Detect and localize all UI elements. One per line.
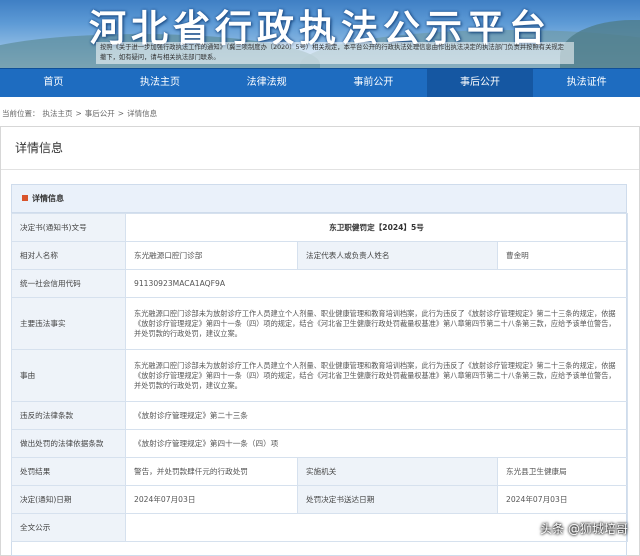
table-row: 主要违法事实 东光融源口腔门诊部未为放射诊疗工作人员建立个人剂量、职业健康管理和… [11,297,629,350]
full-text-label: 全文公示 [11,513,126,542]
panel-title: 详情信息 [15,141,64,155]
table-row: 事由 东光融源口腔门诊部未为放射诊疗工作人员建立个人剂量、职业健康管理和教育培训… [11,349,629,402]
party-label: 相对人名称 [11,241,126,270]
basis-value: 《放射诊疗管理规定》第四十一条（四）项 [124,429,629,458]
doc-no-label: 决定书(通知书)文号 [11,213,126,242]
law-label: 违反的法律条款 [11,401,126,430]
detail-table: 决定书(通知书)文号 东卫职健罚定【2024】5号 相对人名称 东光融源口腔门诊… [11,213,629,542]
section-header: 详情信息 [12,185,626,213]
org-value: 东光县卫生健康局 [496,457,629,486]
breadcrumb-enforcement-home[interactable]: 执法主页 [43,109,73,118]
nav-laws[interactable]: 法律法规 [213,69,320,97]
table-row: 做出处罚的法律依据条款 《放射诊疗管理规定》第四十一条（四）项 [11,429,629,458]
breadcrumb-separator: > [117,109,125,118]
nav-certificates[interactable]: 执法证件 [533,69,640,97]
nav-post-disclosure[interactable]: 事后公开 [426,69,534,97]
result-value: 警告，并处罚款肆仟元的行政处罚 [125,457,298,486]
breadcrumb-prefix: 当前位置： [2,109,40,118]
nav-pre-disclosure[interactable]: 事前公开 [320,69,427,97]
breadcrumb-current: 详情信息 [127,109,158,118]
rep-label: 法定代表人或负责人姓名 [297,241,498,270]
breadcrumb-post-disclosure[interactable]: 事后公开 [85,109,115,118]
send-date-label: 处罚决定书送达日期 [297,485,498,514]
table-row: 全文公示 [11,513,629,542]
table-row: 决定(通知)日期 2024年07月03日 处罚决定书送达日期 2024年07月0… [11,485,629,514]
header-banner: 河北省行政执法公示平台 按照《关于进一步加强行政执法工作的通知》（冀三项制度办〔… [0,0,640,68]
watermark: 头条 @狮城培哥 [540,522,628,536]
section-title: 详情信息 [32,194,64,203]
org-label: 实施机关 [297,457,498,486]
date-value: 2024年07月03日 [125,485,298,514]
doc-no-value: 东卫职健罚定【2024】5号 [124,213,629,242]
table-row: 相对人名称 东光融源口腔门诊部 法定代表人或负责人姓名 曹金明 [11,241,629,270]
party-value: 东光融源口腔门诊部 [125,241,298,270]
fact-label: 主要违法事实 [11,297,126,350]
site-notice: 按照《关于进一步加强行政执法工作的通知》（冀三项制度办〔2020〕5号）相关规定… [96,42,574,64]
reason-value: 东光融源口腔门诊部未为放射诊疗工作人员建立个人剂量、职业健康管理和教育培训档案，… [124,349,629,402]
nav-home[interactable]: 首页 [0,69,107,97]
credit-code-label: 统一社会信用代码 [11,269,126,298]
nav-enforcement-home[interactable]: 执法主页 [107,69,214,97]
basis-label: 做出处罚的法律依据条款 [11,429,126,458]
fact-value: 东光融源口腔门诊部未为放射诊疗工作人员建立个人剂量、职业健康管理和教育培训档案，… [124,297,629,350]
reason-label: 事由 [11,349,126,402]
table-row: 决定书(通知书)文号 东卫职健罚定【2024】5号 [11,213,629,242]
breadcrumb-separator: > [75,109,82,118]
main-nav: 首页 执法主页 法律法规 事前公开 事后公开 执法证件 [0,68,640,97]
section-marker-icon [22,195,28,201]
credit-code-value: 91130923MACA1AQF9A [124,269,629,298]
table-row: 违反的法律条款 《放射诊疗管理规定》第二十三条 [11,401,629,430]
send-date-value: 2024年07月03日 [496,485,629,514]
table-row: 处罚结果 警告，并处罚款肆仟元的行政处罚 实施机关 东光县卫生健康局 [11,457,629,486]
result-label: 处罚结果 [11,457,126,486]
breadcrumb: 当前位置： 执法主页 > 事后公开 > 详情信息 [2,108,160,119]
table-row: 统一社会信用代码 91130923MACA1AQF9A [11,269,629,298]
rep-value: 曹金明 [496,241,629,270]
panel-header: 详情信息 [1,127,639,170]
date-label: 决定(通知)日期 [11,485,126,514]
law-value: 《放射诊疗管理规定》第二十三条 [124,401,629,430]
